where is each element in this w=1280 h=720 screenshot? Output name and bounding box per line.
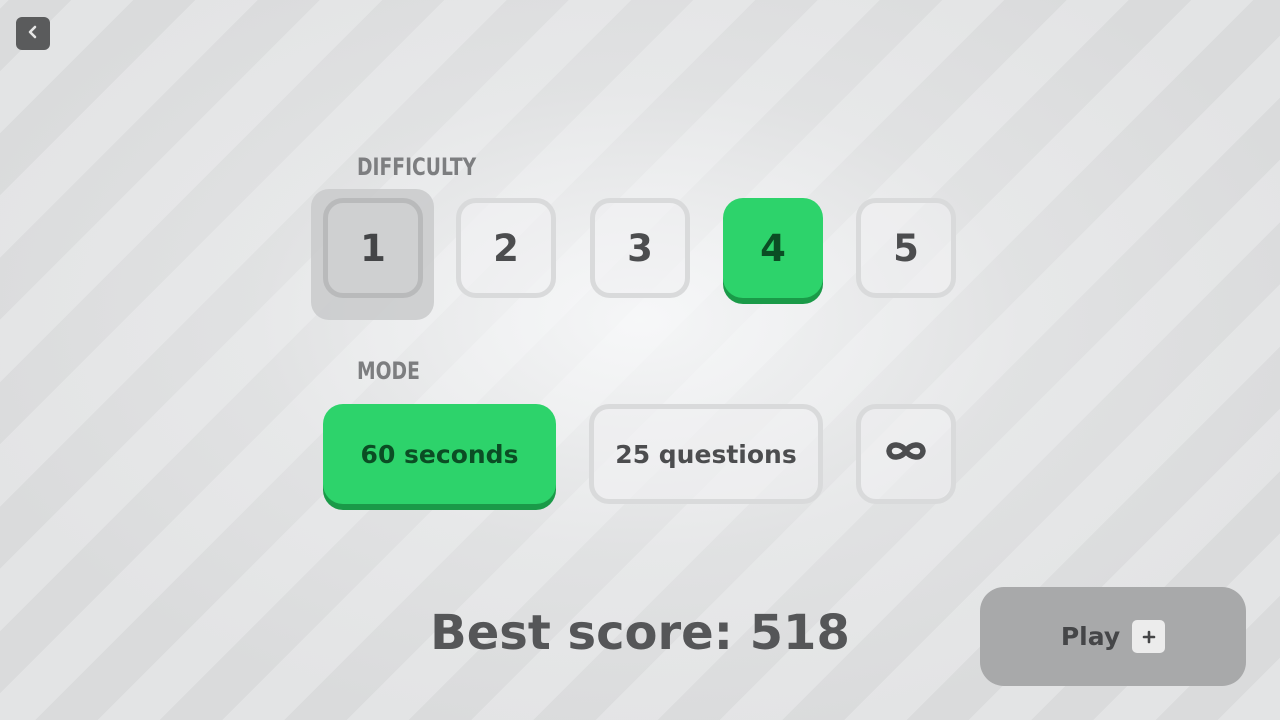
- back-button[interactable]: [16, 17, 50, 50]
- plus-icon: [1132, 620, 1166, 653]
- difficulty-level-3-button[interactable]: 3: [590, 198, 690, 298]
- play-button-label: Play: [1060, 622, 1121, 651]
- difficulty-label: DIFFICULTY: [357, 153, 477, 181]
- difficulty-level-5-button[interactable]: 5: [856, 198, 956, 298]
- play-button[interactable]: Play: [980, 587, 1246, 686]
- mode-25-questions-button[interactable]: 25 questions: [589, 404, 823, 504]
- difficulty-level-2-button[interactable]: 2: [456, 198, 556, 298]
- mode-label: MODE: [357, 357, 420, 385]
- infinity-icon: [883, 439, 929, 469]
- mode-infinite-button[interactable]: [856, 404, 956, 504]
- difficulty-level-4-button[interactable]: 4: [723, 198, 823, 298]
- mode-60-seconds-button[interactable]: 60 seconds: [323, 404, 556, 504]
- difficulty-level-1-button[interactable]: 1: [323, 198, 423, 298]
- chevron-left-icon: [26, 24, 40, 44]
